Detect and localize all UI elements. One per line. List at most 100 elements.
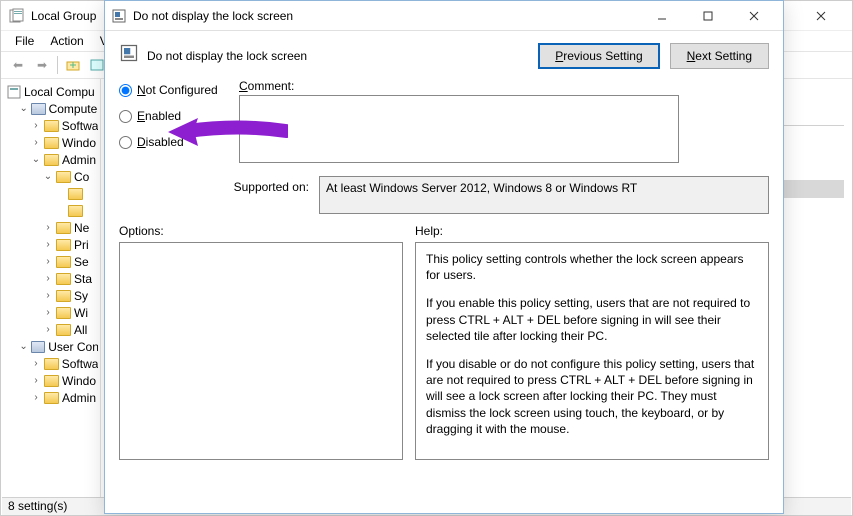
tree-item-label: Windo <box>62 136 96 150</box>
gpedit-icon <box>9 8 25 24</box>
tree-item[interactable] <box>7 185 98 202</box>
tree-item[interactable]: ›Windo <box>7 372 98 389</box>
chevron-down-icon[interactable]: ⌄ <box>31 154 41 165</box>
folder-icon <box>44 358 59 370</box>
folder-icon <box>44 392 59 404</box>
chevron-right-icon[interactable]: › <box>43 256 53 267</box>
tree-item[interactable]: › Pri <box>7 236 98 253</box>
toolbar-fwd-button[interactable]: ➡ <box>31 54 53 76</box>
chevron-right-icon[interactable]: › <box>31 392 41 403</box>
tree-item[interactable]: › Windo <box>7 134 98 151</box>
chevron-right-icon[interactable]: › <box>43 290 53 301</box>
gpedit-close-button[interactable] <box>798 2 844 30</box>
tree-item[interactable]: ⌄ Co <box>7 168 98 185</box>
tree-item-label: Sta <box>74 272 92 286</box>
tree-item[interactable]: › Wi <box>7 304 98 321</box>
previous-setting-button[interactable]: Previous Setting <box>538 43 659 69</box>
folder-icon <box>56 290 71 302</box>
radio-disabled-input[interactable] <box>119 136 132 149</box>
comment-textarea[interactable] <box>239 95 679 163</box>
folder-icon <box>56 324 71 336</box>
folder-icon <box>31 103 45 115</box>
folder-icon <box>56 239 71 251</box>
options-label: Options: <box>119 224 403 238</box>
tree-item-label: Wi <box>74 306 88 320</box>
menu-file[interactable]: File <box>9 32 40 50</box>
dialog-close-button[interactable] <box>731 2 777 30</box>
dialog-title: Do not display the lock screen <box>133 9 639 23</box>
policy-icon <box>119 43 139 63</box>
tree-item[interactable]: › Admin <box>7 389 98 406</box>
tree-item-label: Admin <box>62 391 96 405</box>
help-box: This policy setting controls whether the… <box>415 242 769 460</box>
chevron-right-icon[interactable]: › <box>43 273 53 284</box>
tree-item[interactable]: ⌄ User Conf <box>7 338 98 355</box>
chevron-right-icon[interactable]: › <box>31 120 41 131</box>
folder-icon <box>44 137 59 149</box>
folder-icon <box>56 222 71 234</box>
chevron-right-icon[interactable]: › <box>43 239 53 250</box>
radio-not-configured[interactable]: Not Configured <box>119 83 229 97</box>
tree-item[interactable]: › Softwa <box>7 355 98 372</box>
radio-enabled[interactable]: Enabled <box>119 109 229 123</box>
folder-icon <box>44 375 59 387</box>
chevron-right-icon[interactable]: › <box>31 137 41 148</box>
folder-icon <box>44 120 59 132</box>
toolbar-back-button[interactable]: ⬅ <box>7 54 29 76</box>
toolbar-up-button[interactable] <box>62 54 84 76</box>
dialog-maximize-button[interactable] <box>685 2 731 30</box>
chevron-right-icon[interactable]: › <box>43 307 53 318</box>
tree-item-label: Softwa <box>62 119 98 133</box>
supported-on-box: At least Windows Server 2012, Windows 8 … <box>319 176 769 214</box>
tree-item-label: User Conf <box>48 340 98 354</box>
tree-item[interactable]: › Se <box>7 253 98 270</box>
tree-item[interactable]: › All <box>7 321 98 338</box>
supported-on-label: Supported on: <box>119 176 309 194</box>
comment-label: Comment: <box>239 79 769 93</box>
options-box <box>119 242 403 460</box>
menu-action[interactable]: Action <box>44 32 89 50</box>
tree-item-label: All <box>74 323 87 337</box>
folder-icon <box>56 307 71 319</box>
tree-item[interactable]: ⌄ Admin <box>7 151 98 168</box>
help-label: Help: <box>415 224 769 238</box>
tree-item-label: Co <box>74 170 89 184</box>
chevron-down-icon[interactable]: ⌄ <box>43 171 53 182</box>
radio-disabled[interactable]: Disabled <box>119 135 229 149</box>
next-setting-button[interactable]: Next Setting <box>670 43 769 69</box>
tree-item-label: Se <box>74 255 89 269</box>
folder-icon <box>56 256 71 268</box>
tree-item[interactable] <box>7 202 98 219</box>
tree-item[interactable]: › Ne <box>7 219 98 236</box>
tree-item[interactable]: › Softwa <box>7 117 98 134</box>
tree-root[interactable]: Local Compu <box>7 83 98 100</box>
tree-item[interactable]: › Sy <box>7 287 98 304</box>
tree-item[interactable]: › Sta <box>7 270 98 287</box>
folder-icon <box>31 341 45 353</box>
chevron-right-icon[interactable]: › <box>43 222 53 233</box>
chevron-down-icon[interactable]: ⌄ <box>19 341 28 352</box>
policy-dialog: Do not display the lock screen Do not di… <box>104 0 784 514</box>
folder-icon <box>44 154 59 166</box>
chevron-down-icon[interactable]: ⌄ <box>19 103 28 114</box>
policy-icon <box>7 85 21 99</box>
dialog-minimize-button[interactable] <box>639 2 685 30</box>
toolbar-separator <box>57 56 58 74</box>
dialog-titlebar[interactable]: Do not display the lock screen <box>105 1 783 31</box>
chevron-right-icon[interactable]: › <box>31 375 41 386</box>
tree-item-label: Admin <box>62 153 96 167</box>
folder-icon <box>56 171 71 183</box>
chevron-right-icon[interactable]: › <box>43 324 53 335</box>
tree-item-label: Softwa <box>62 357 98 371</box>
policy-dialog-icon <box>111 8 127 24</box>
gpedit-tree[interactable]: Local Compu ⌄Computer›Softwa›Windo⌄Admin… <box>1 79 101 498</box>
folder-icon <box>68 188 83 200</box>
tree-item-label: Sy <box>74 289 88 303</box>
tree-item[interactable]: ⌄ Computer <box>7 100 98 117</box>
tree-item-label: Pri <box>74 238 89 252</box>
radio-not-configured-input[interactable] <box>119 84 132 97</box>
radio-enabled-input[interactable] <box>119 110 132 123</box>
tree-item-label: Computer <box>49 102 98 116</box>
tree-item-label: Ne <box>74 221 89 235</box>
chevron-right-icon[interactable]: › <box>31 358 41 369</box>
